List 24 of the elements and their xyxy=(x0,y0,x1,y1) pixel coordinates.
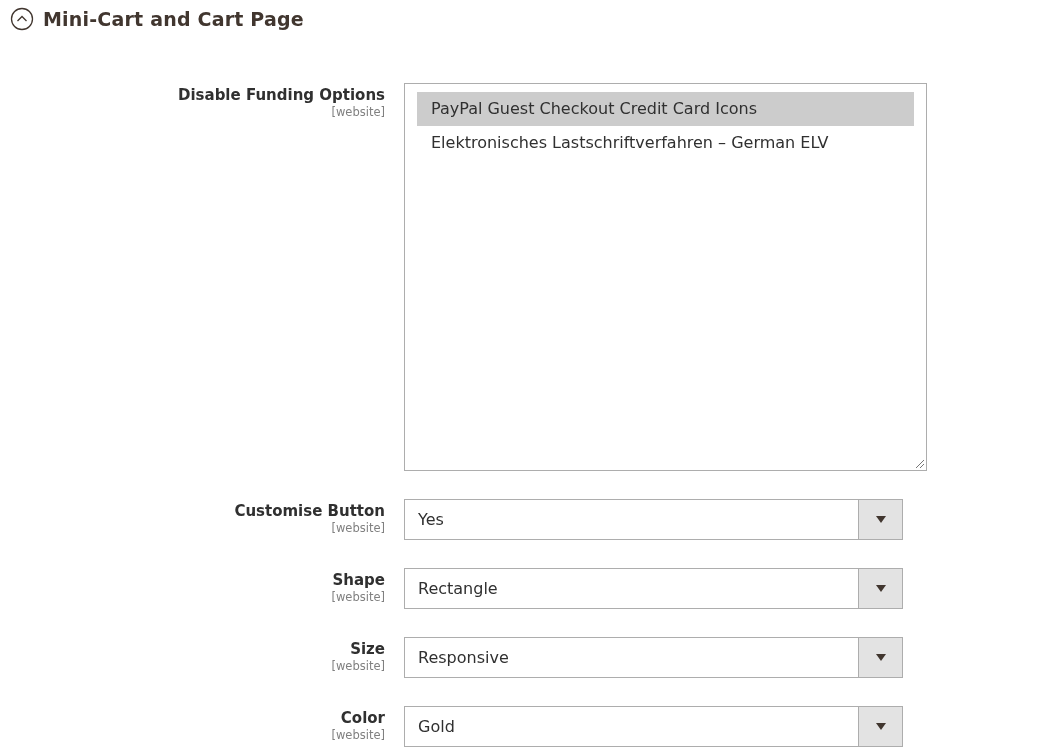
scope-label: [website] xyxy=(331,105,385,119)
caret-icon xyxy=(875,585,886,592)
scope-label: [website] xyxy=(331,728,385,742)
multiselect-field[interactable]: PayPal Guest Checkout Credit Card Icons Elektronisches Lastschriftverfahren – German ELV xyxy=(404,83,927,471)
field-label: Shape xyxy=(332,570,385,590)
dropdown-field[interactable]: Responsive xyxy=(404,637,903,678)
dropdown-field[interactable]: Rectangle xyxy=(404,568,903,609)
dropdown-field[interactable]: Yes xyxy=(404,499,903,540)
field-label: Size xyxy=(350,639,385,659)
field-label: Disable Funding Options xyxy=(178,85,385,105)
caret-icon xyxy=(875,516,886,523)
resize-handle-icon[interactable] xyxy=(915,459,925,469)
scope-label: [website] xyxy=(331,521,385,535)
section-title[interactable]: Mini-Cart and Cart Page xyxy=(43,8,304,30)
dropdown-field[interactable]: Gold xyxy=(404,706,903,747)
caret-icon xyxy=(875,723,886,730)
list-option[interactable]: PayPal Guest Checkout Credit Card Icons xyxy=(417,92,914,126)
collapse-icon[interactable] xyxy=(10,7,34,31)
caret-icon xyxy=(875,654,886,661)
scope-label: [website] xyxy=(331,659,385,673)
list-option[interactable]: Elektronisches Lastschriftverfahren – German ELV xyxy=(417,126,914,160)
field-label: Customise Button xyxy=(234,501,385,521)
field-label: Color xyxy=(340,708,385,728)
scope-label: [website] xyxy=(331,590,385,604)
